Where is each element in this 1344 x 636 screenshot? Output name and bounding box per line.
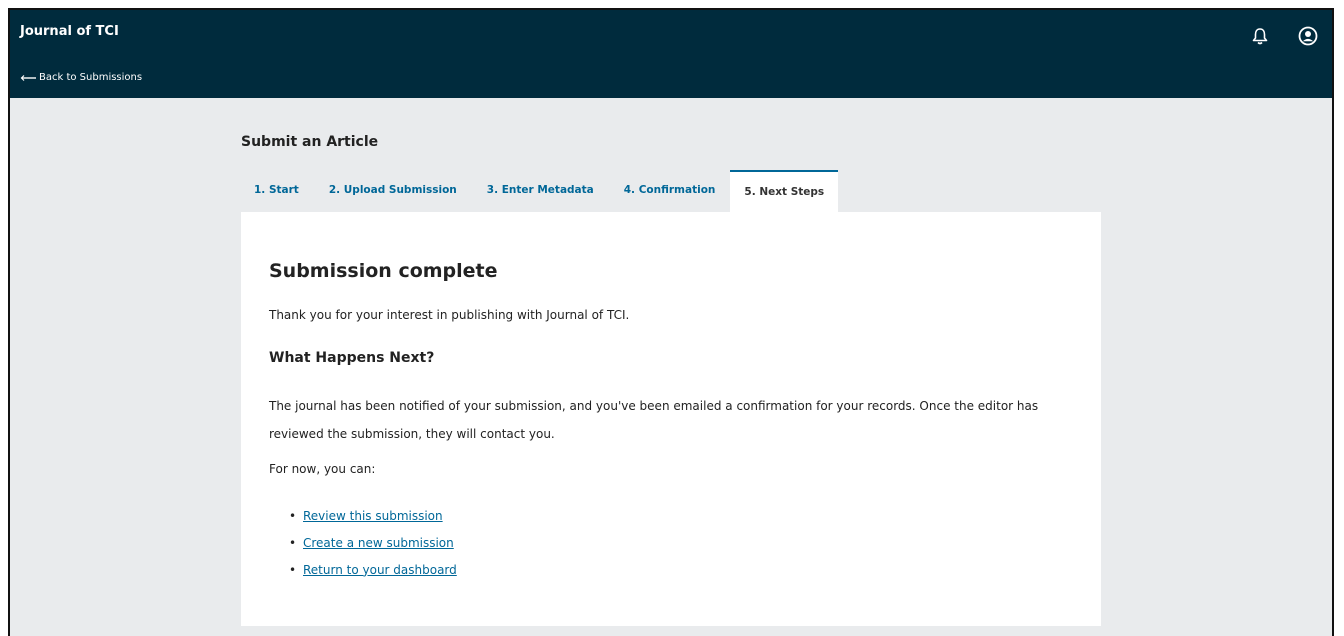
return-to-dashboard-link[interactable]: Return to your dashboard (303, 563, 457, 577)
bullet: • (289, 508, 297, 523)
user-account-icon[interactable] (1298, 26, 1318, 46)
review-submission-link[interactable]: Review this submission (303, 509, 443, 523)
back-to-submissions-link[interactable]: Back to Submissions (20, 72, 142, 83)
next-actions-list: • Review this submission • Create a new … (289, 502, 457, 583)
submission-steps-tabs: 1. Start 2. Upload Submission 3. Enter M… (241, 170, 839, 212)
bullet: • (289, 562, 297, 577)
list-item: • Review this submission (289, 502, 457, 529)
list-item: • Return to your dashboard (289, 556, 457, 583)
tab-start[interactable]: 1. Start (241, 170, 314, 210)
top-header: Journal of TCI Back to Submissions (10, 10, 1332, 98)
bullet: • (289, 535, 297, 550)
tab-upload-submission[interactable]: 2. Upload Submission (314, 170, 472, 210)
list-item: • Create a new submission (289, 529, 457, 556)
back-link-label: Back to Submissions (39, 72, 143, 83)
tab-enter-metadata[interactable]: 3. Enter Metadata (472, 170, 609, 210)
arrow-left-icon (20, 74, 36, 81)
create-new-submission-link[interactable]: Create a new submission (303, 536, 454, 550)
tab-confirmation[interactable]: 4. Confirmation (609, 170, 731, 210)
page-title: Submit an Article (241, 134, 379, 150)
bell-icon[interactable] (1250, 26, 1270, 46)
for-now-text: For now, you can: (269, 462, 376, 476)
site-title[interactable]: Journal of TCI (20, 24, 119, 39)
next-steps-panel: Submission complete Thank you for your i… (241, 212, 1101, 626)
intro-text: Thank you for your interest in publishin… (269, 308, 630, 322)
submission-complete-heading: Submission complete (269, 260, 498, 282)
what-happens-next-heading: What Happens Next? (269, 350, 435, 366)
next-steps-description: The journal has been notified of your su… (269, 399, 1039, 441)
tab-next-steps[interactable]: 5. Next Steps (730, 170, 839, 212)
app-window: Journal of TCI Back to Submissions Submi… (8, 8, 1334, 636)
